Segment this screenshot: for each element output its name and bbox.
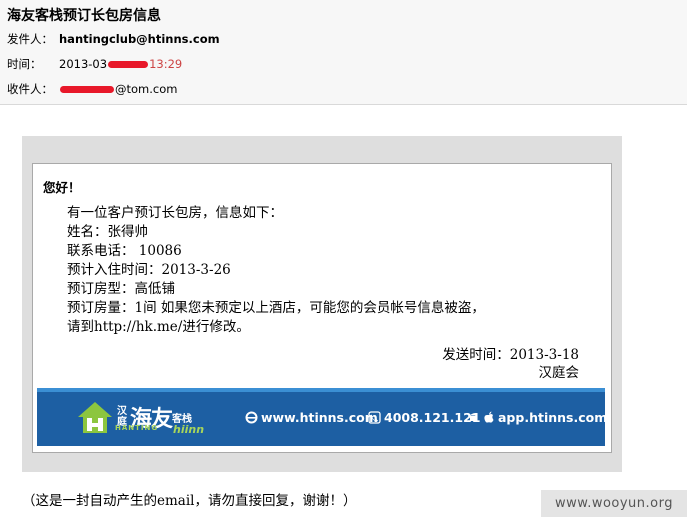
app-text: app.htinns.com [498, 410, 605, 425]
to-value-end[interactable]: @tom.com [115, 82, 177, 96]
logo-en: HANTING [115, 424, 159, 432]
greeting: 您好！ [43, 180, 81, 195]
message-line: 预计入住时间：2013-3-26 [67, 262, 231, 278]
from-label: 发件人： [7, 32, 53, 46]
message-line: 预订房型：高低铺 [67, 281, 175, 297]
house-logo-icon [78, 402, 112, 433]
watermark: www.wooyun.org [541, 490, 687, 517]
email-subject: 海友客栈预订长包房信息 [7, 8, 161, 24]
to-row: 收件人： @tom.com [7, 81, 177, 97]
message-lines: 有一位客户预订长包房，信息如下： 姓名：张得帅 联系电话： 10086 预计入住… [67, 204, 485, 337]
time-redaction [108, 60, 149, 68]
phone-icon [368, 411, 381, 424]
message-line: 联系电话： 10086 [67, 243, 182, 259]
time-label: 时间： [7, 57, 42, 71]
phone-link[interactable]: 4008.121.121 [368, 410, 480, 425]
brand-banner[interactable]: 汉庭 海友 客栈 HANTING hiinn www.htinns.com 40… [37, 388, 605, 446]
from-row: 发件人： hantingclub@htinns.com [7, 31, 220, 47]
to-label: 收件人： [7, 82, 53, 96]
send-time: 发送时间：2013-3-18 [442, 347, 579, 363]
brand-logo: 汉庭 海友 客栈 HANTING hiinn [75, 398, 204, 436]
signature: 汉庭会 [538, 365, 580, 381]
website-link[interactable]: www.htinns.com [245, 410, 378, 425]
app-link[interactable]: app.htinns.com [467, 410, 605, 425]
android-icon [470, 413, 477, 421]
email-header: 海友客栈预订长包房信息 发件人： hantingclub@htinns.com … [0, 0, 687, 105]
ie-globe-icon [245, 411, 258, 424]
logo-script: hiinn [173, 423, 205, 436]
message-line: 请到http://hk.me/进行修改。 [67, 319, 250, 335]
time-value-end: 13:29 [149, 57, 183, 71]
message-line: 姓名：张得帅 [67, 224, 148, 240]
time-row: 时间： 2013-03 13:29 [7, 56, 182, 72]
website-text: www.htinns.com [261, 410, 378, 425]
apple-icon [484, 411, 494, 423]
to-redaction [60, 85, 114, 93]
message-card: 您好！ 有一位客户预订长包房，信息如下： 姓名：张得帅 联系电话： 10086 … [32, 163, 612, 453]
message-line: 预订房量：1间 如果您未预定以上酒店，可能您的会员帐号信息被盗， [67, 300, 485, 316]
message-line: 有一位客户预订长包房，信息如下： [67, 205, 283, 221]
phone-text: 4008.121.121 [384, 410, 481, 425]
signature-block: 发送时间：2013-3-18 汉庭会 [442, 346, 579, 382]
banner-stripe [37, 388, 605, 392]
time-value-start: 2013-03 [59, 57, 108, 71]
auto-email-note: （这是一封自动产生的email，请勿直接回复，谢谢！） [22, 493, 357, 509]
from-value[interactable]: hantingclub@htinns.com [59, 32, 220, 46]
